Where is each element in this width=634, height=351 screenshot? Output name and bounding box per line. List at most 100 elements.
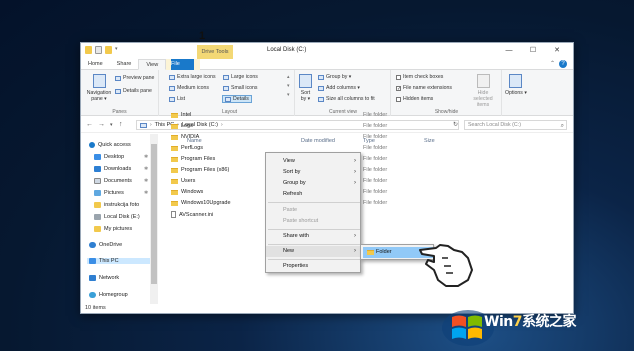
file-row[interactable]: Windows10Upgrade <box>171 200 231 206</box>
details-pane-button[interactable]: Details pane <box>115 88 152 94</box>
chevron-down-icon[interactable]: ▾ <box>115 46 120 54</box>
menu-item-view[interactable]: View › <box>266 156 360 167</box>
status-item-count: 10 items <box>85 305 106 311</box>
nav-item-downloads[interactable]: Downloads <box>94 166 131 172</box>
desktop-marker: 1 <box>199 30 206 42</box>
column-header-date-modified[interactable]: Date modified <box>301 138 335 144</box>
menu-item-paste[interactable]: Paste <box>266 205 360 216</box>
nav-item-instrukcija-foto[interactable]: instrukcija foto <box>94 202 139 208</box>
minimize-button[interactable]: — <box>497 45 521 57</box>
checkbox-icon <box>396 96 401 102</box>
tab-share[interactable]: Share <box>110 59 139 70</box>
nav-item-desktop[interactable]: Desktop <box>94 154 124 160</box>
menu-item-sort-by[interactable]: Sort by › <box>266 167 360 178</box>
new-folder-icon[interactable] <box>105 46 112 54</box>
tab-file[interactable]: File <box>171 58 194 70</box>
star-icon <box>89 142 95 148</box>
layout-group: Extra large icons Large icons Medium ico… <box>165 70 295 116</box>
layout-large-icons[interactable]: Large icons <box>223 74 258 80</box>
layout-small-icons[interactable]: Small icons <box>223 85 258 91</box>
file-row[interactable]: Logs <box>171 123 193 129</box>
nav-item-documents[interactable]: Documents <box>94 178 132 184</box>
file-type: File folder <box>363 134 388 140</box>
nav-item-local-disk-e[interactable]: Local Disk (E:) <box>94 214 140 220</box>
ribbon: Navigation pane ▾ Preview pane Details p… <box>81 70 573 116</box>
search-input[interactable]: Search Local Disk (C:) ⌕ <box>464 120 567 130</box>
layout-extra-large-icons[interactable]: Extra large icons <box>169 74 216 80</box>
file-row[interactable]: PerfLogs <box>171 145 203 151</box>
hide-selected-items-button[interactable]: Hide selected items <box>468 74 498 108</box>
menu-separator <box>268 244 360 245</box>
item-check-boxes-toggle[interactable]: Item check boxes <box>396 74 443 80</box>
recent-locations-icon[interactable]: ▾ <box>110 122 113 128</box>
file-type: File folder <box>363 178 388 184</box>
nav-scrollbar[interactable] <box>150 134 158 304</box>
file-name: Program Files <box>181 156 216 162</box>
tab-view[interactable]: View <box>138 58 167 70</box>
scrollbar-thumb[interactable] <box>151 144 157 284</box>
add-columns-button[interactable]: Add columns ▾ <box>318 85 360 91</box>
folder-icon[interactable] <box>85 46 92 54</box>
menu-separator <box>268 259 360 260</box>
refresh-icon[interactable]: ↻ <box>453 121 458 128</box>
size-all-columns-button[interactable]: Size all columns to fit <box>318 96 375 102</box>
file-row[interactable]: Windows <box>171 189 203 195</box>
layout-scroll[interactable]: ▴ ▾ ▾ <box>287 74 290 98</box>
menu-item-properties[interactable]: Properties <box>266 261 360 272</box>
file-name: NVIDIA <box>181 134 200 140</box>
sort-by-button[interactable]: Sort by ▾ <box>299 74 312 102</box>
folder-icon <box>94 226 101 232</box>
medium-icons-icon <box>169 85 175 91</box>
menu-item-share-with[interactable]: Share with › <box>266 231 360 242</box>
file-name: Users <box>181 178 196 184</box>
back-arrow-icon[interactable]: ← <box>86 121 93 128</box>
layout-list[interactable]: List <box>169 96 185 102</box>
file-row[interactable]: Program Files <box>171 156 215 162</box>
documents-icon <box>94 178 101 184</box>
help-icon[interactable]: ? <box>559 60 567 68</box>
hidden-items-toggle[interactable]: Hidden items <box>396 96 433 102</box>
nav-item-network[interactable]: Network <box>89 275 119 281</box>
chevron-down-icon[interactable]: ⌃ <box>550 60 555 67</box>
forward-arrow-icon[interactable]: → <box>98 121 105 128</box>
file-name-extensions-toggle[interactable]: ✓ File name extensions <box>396 85 452 91</box>
close-button[interactable]: ✕ <box>545 45 569 57</box>
nav-item-homegroup[interactable]: Homegroup <box>89 292 128 298</box>
file-row[interactable]: Program Files (x86) <box>171 167 229 173</box>
file-row[interactable]: Intel <box>171 112 191 118</box>
menu-item-refresh[interactable]: Refresh <box>266 189 360 200</box>
layout-medium-icons[interactable]: Medium icons <box>169 85 209 91</box>
layout-details[interactable]: Details <box>222 95 252 103</box>
nav-item-pictures[interactable]: Pictures <box>94 190 124 196</box>
maximize-button[interactable]: ☐ <box>521 45 545 57</box>
nav-item-quick-access[interactable]: Quick access <box>89 142 131 148</box>
folder-icon <box>171 156 178 162</box>
file-row[interactable]: NVIDIA <box>171 134 199 140</box>
nav-item-this-pc[interactable]: This PC <box>87 258 157 264</box>
checkmark-icon: ✓ <box>396 85 402 92</box>
group-by-icon <box>318 74 324 80</box>
properties-icon[interactable] <box>95 46 102 54</box>
menu-item-new[interactable]: New › <box>266 246 360 257</box>
nav-item-my-pictures[interactable]: My pictures <box>94 226 132 232</box>
menu-item-paste-shortcut[interactable]: Paste shortcut <box>266 216 360 227</box>
address-bar-row: ← → ▾ ↑ › This PC › Local Disk (C:) › ↻ … <box>81 117 573 133</box>
menu-item-group-by[interactable]: Group by › <box>266 178 360 189</box>
navigation-pane-button[interactable]: Navigation pane ▾ <box>84 74 114 102</box>
file-type: File folder <box>363 200 388 206</box>
pin-icon: ✱ <box>144 166 149 172</box>
contextual-tab-drive-tools: Drive Tools <box>197 45 233 59</box>
options-button[interactable]: Options ▾ <box>505 74 527 96</box>
preview-pane-button[interactable]: Preview pane <box>115 75 154 81</box>
group-by-button[interactable]: Group by ▾ <box>318 74 351 80</box>
file-name: PerfLogs <box>181 145 204 151</box>
file-row[interactable]: AVScanner.ini <box>171 211 213 218</box>
file-row[interactable]: Users <box>171 178 195 184</box>
nav-item-onedrive[interactable]: OneDrive <box>89 242 122 248</box>
tab-home[interactable]: Home <box>81 59 110 70</box>
column-header-size[interactable]: Size <box>424 138 435 144</box>
desktop-icon <box>94 154 101 160</box>
small-icons-icon <box>223 85 229 91</box>
folder-icon <box>94 202 101 208</box>
up-arrow-icon[interactable]: ↑ <box>119 121 123 128</box>
